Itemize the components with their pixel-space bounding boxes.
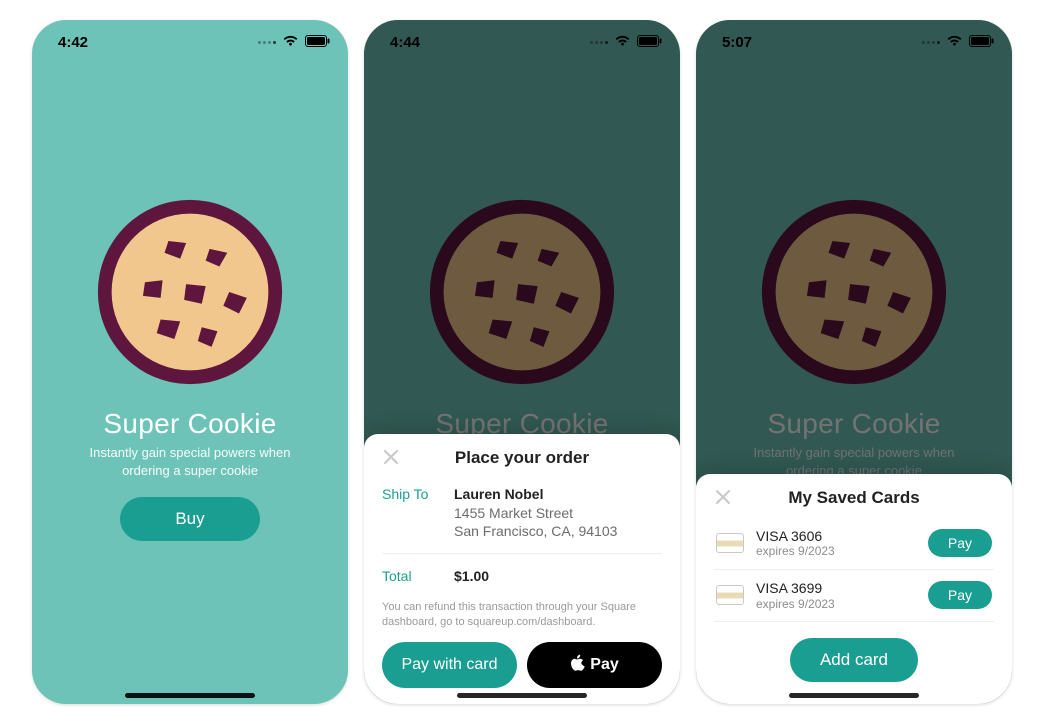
- card-name: VISA 3699: [756, 580, 916, 597]
- home-indicator[interactable]: [457, 693, 587, 698]
- order-sheet: Place your order Ship To Lauren Nobel 14…: [364, 434, 680, 704]
- home-indicator[interactable]: [125, 693, 255, 698]
- wifi-icon: [282, 34, 299, 51]
- saved-cards-sheet: My Saved Cards VISA 3606 expires 9/2023 …: [696, 474, 1012, 704]
- buy-button[interactable]: Buy: [120, 497, 260, 541]
- card-name: VISA 3606: [756, 528, 916, 545]
- sheet-title: Place your order: [382, 448, 662, 468]
- screen-saved-cards: 5:07: [696, 20, 1012, 704]
- apple-pay-button[interactable]: Pay: [527, 642, 662, 688]
- ship-to-address: 1455 Market Street San Francisco, CA, 94…: [454, 504, 617, 542]
- status-indicators: [258, 34, 330, 51]
- cookie-icon: [92, 194, 288, 390]
- card-icon: [716, 533, 744, 553]
- status-bar: 4:42: [32, 20, 348, 64]
- pay-button[interactable]: Pay: [928, 529, 992, 557]
- saved-card-row: VISA 3606 expires 9/2023 Pay: [714, 518, 994, 570]
- apple-logo-icon: [570, 654, 586, 677]
- product-hero: Super Cookie Instantly gain special powe…: [32, 194, 348, 541]
- product-subtitle: Instantly gain special powers when order…: [85, 444, 295, 479]
- screen-buy: 4:42: [32, 20, 348, 704]
- status-time: 4:42: [58, 34, 88, 51]
- ship-to-row: Ship To Lauren Nobel 1455 Market Street …: [382, 478, 662, 550]
- total-label: Total: [382, 568, 440, 584]
- product-title: Super Cookie: [62, 408, 318, 440]
- pay-button[interactable]: Pay: [928, 581, 992, 609]
- apple-pay-label: Pay: [590, 656, 618, 674]
- saved-card-row: VISA 3699 expires 9/2023 Pay: [714, 570, 994, 622]
- add-card-button[interactable]: Add card: [790, 638, 918, 682]
- ship-to-label: Ship To: [382, 486, 440, 542]
- pay-with-card-button[interactable]: Pay with card: [382, 642, 517, 688]
- divider: [382, 553, 662, 554]
- total-row: Total $1.00: [382, 560, 662, 592]
- total-value: $1.00: [454, 568, 489, 584]
- ship-to-name: Lauren Nobel: [454, 486, 617, 502]
- sheet-title: My Saved Cards: [714, 488, 994, 508]
- card-expires: expires 9/2023: [756, 544, 916, 558]
- cellular-dots-icon: [258, 41, 276, 44]
- card-expires: expires 9/2023: [756, 597, 916, 611]
- card-icon: [716, 585, 744, 605]
- refund-note: You can refund this transaction through …: [382, 600, 662, 630]
- screen-place-order: 4:44: [364, 20, 680, 704]
- battery-icon: [305, 34, 330, 51]
- home-indicator[interactable]: [789, 693, 919, 698]
